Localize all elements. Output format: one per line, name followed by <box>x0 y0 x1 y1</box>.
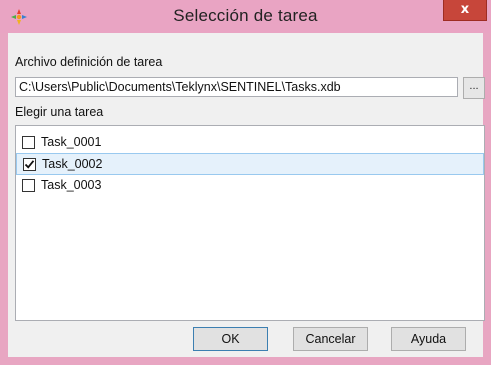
window-title: Selección de tarea <box>173 6 318 25</box>
task-checkbox[interactable] <box>22 179 35 192</box>
choose-task-label: Elegir una tarea <box>15 105 104 119</box>
task-list-item-selected[interactable]: Task_0002 <box>16 153 484 175</box>
file-definition-label: Archivo definición de tarea <box>15 55 163 69</box>
task-file-path-field[interactable]: C:\Users\Public\Documents\Teklynx\SENTIN… <box>15 77 458 97</box>
close-icon: x <box>460 2 470 17</box>
task-label: Task_0001 <box>41 135 102 149</box>
help-button[interactable]: Ayuda <box>391 327 466 351</box>
ok-button[interactable]: OK <box>193 327 268 351</box>
task-list[interactable]: Task_0001 Task_0002 Task_0003 <box>15 125 485 321</box>
checkmark-icon <box>24 160 35 169</box>
task-list-item[interactable]: Task_0003 <box>16 175 484 197</box>
close-button[interactable]: x <box>443 0 487 21</box>
dialog-window: Selección de tarea x Archivo definición … <box>0 0 491 365</box>
browse-button[interactable]: ... <box>463 77 485 99</box>
task-label: Task_0002 <box>42 157 103 171</box>
title-bar[interactable]: Selección de tarea x <box>0 0 491 33</box>
task-label: Task_0003 <box>41 178 102 192</box>
task-checkbox[interactable] <box>22 136 35 149</box>
task-checkbox-checked[interactable] <box>23 158 36 171</box>
task-list-item[interactable]: Task_0001 <box>16 132 484 154</box>
cancel-button[interactable]: Cancelar <box>293 327 368 351</box>
